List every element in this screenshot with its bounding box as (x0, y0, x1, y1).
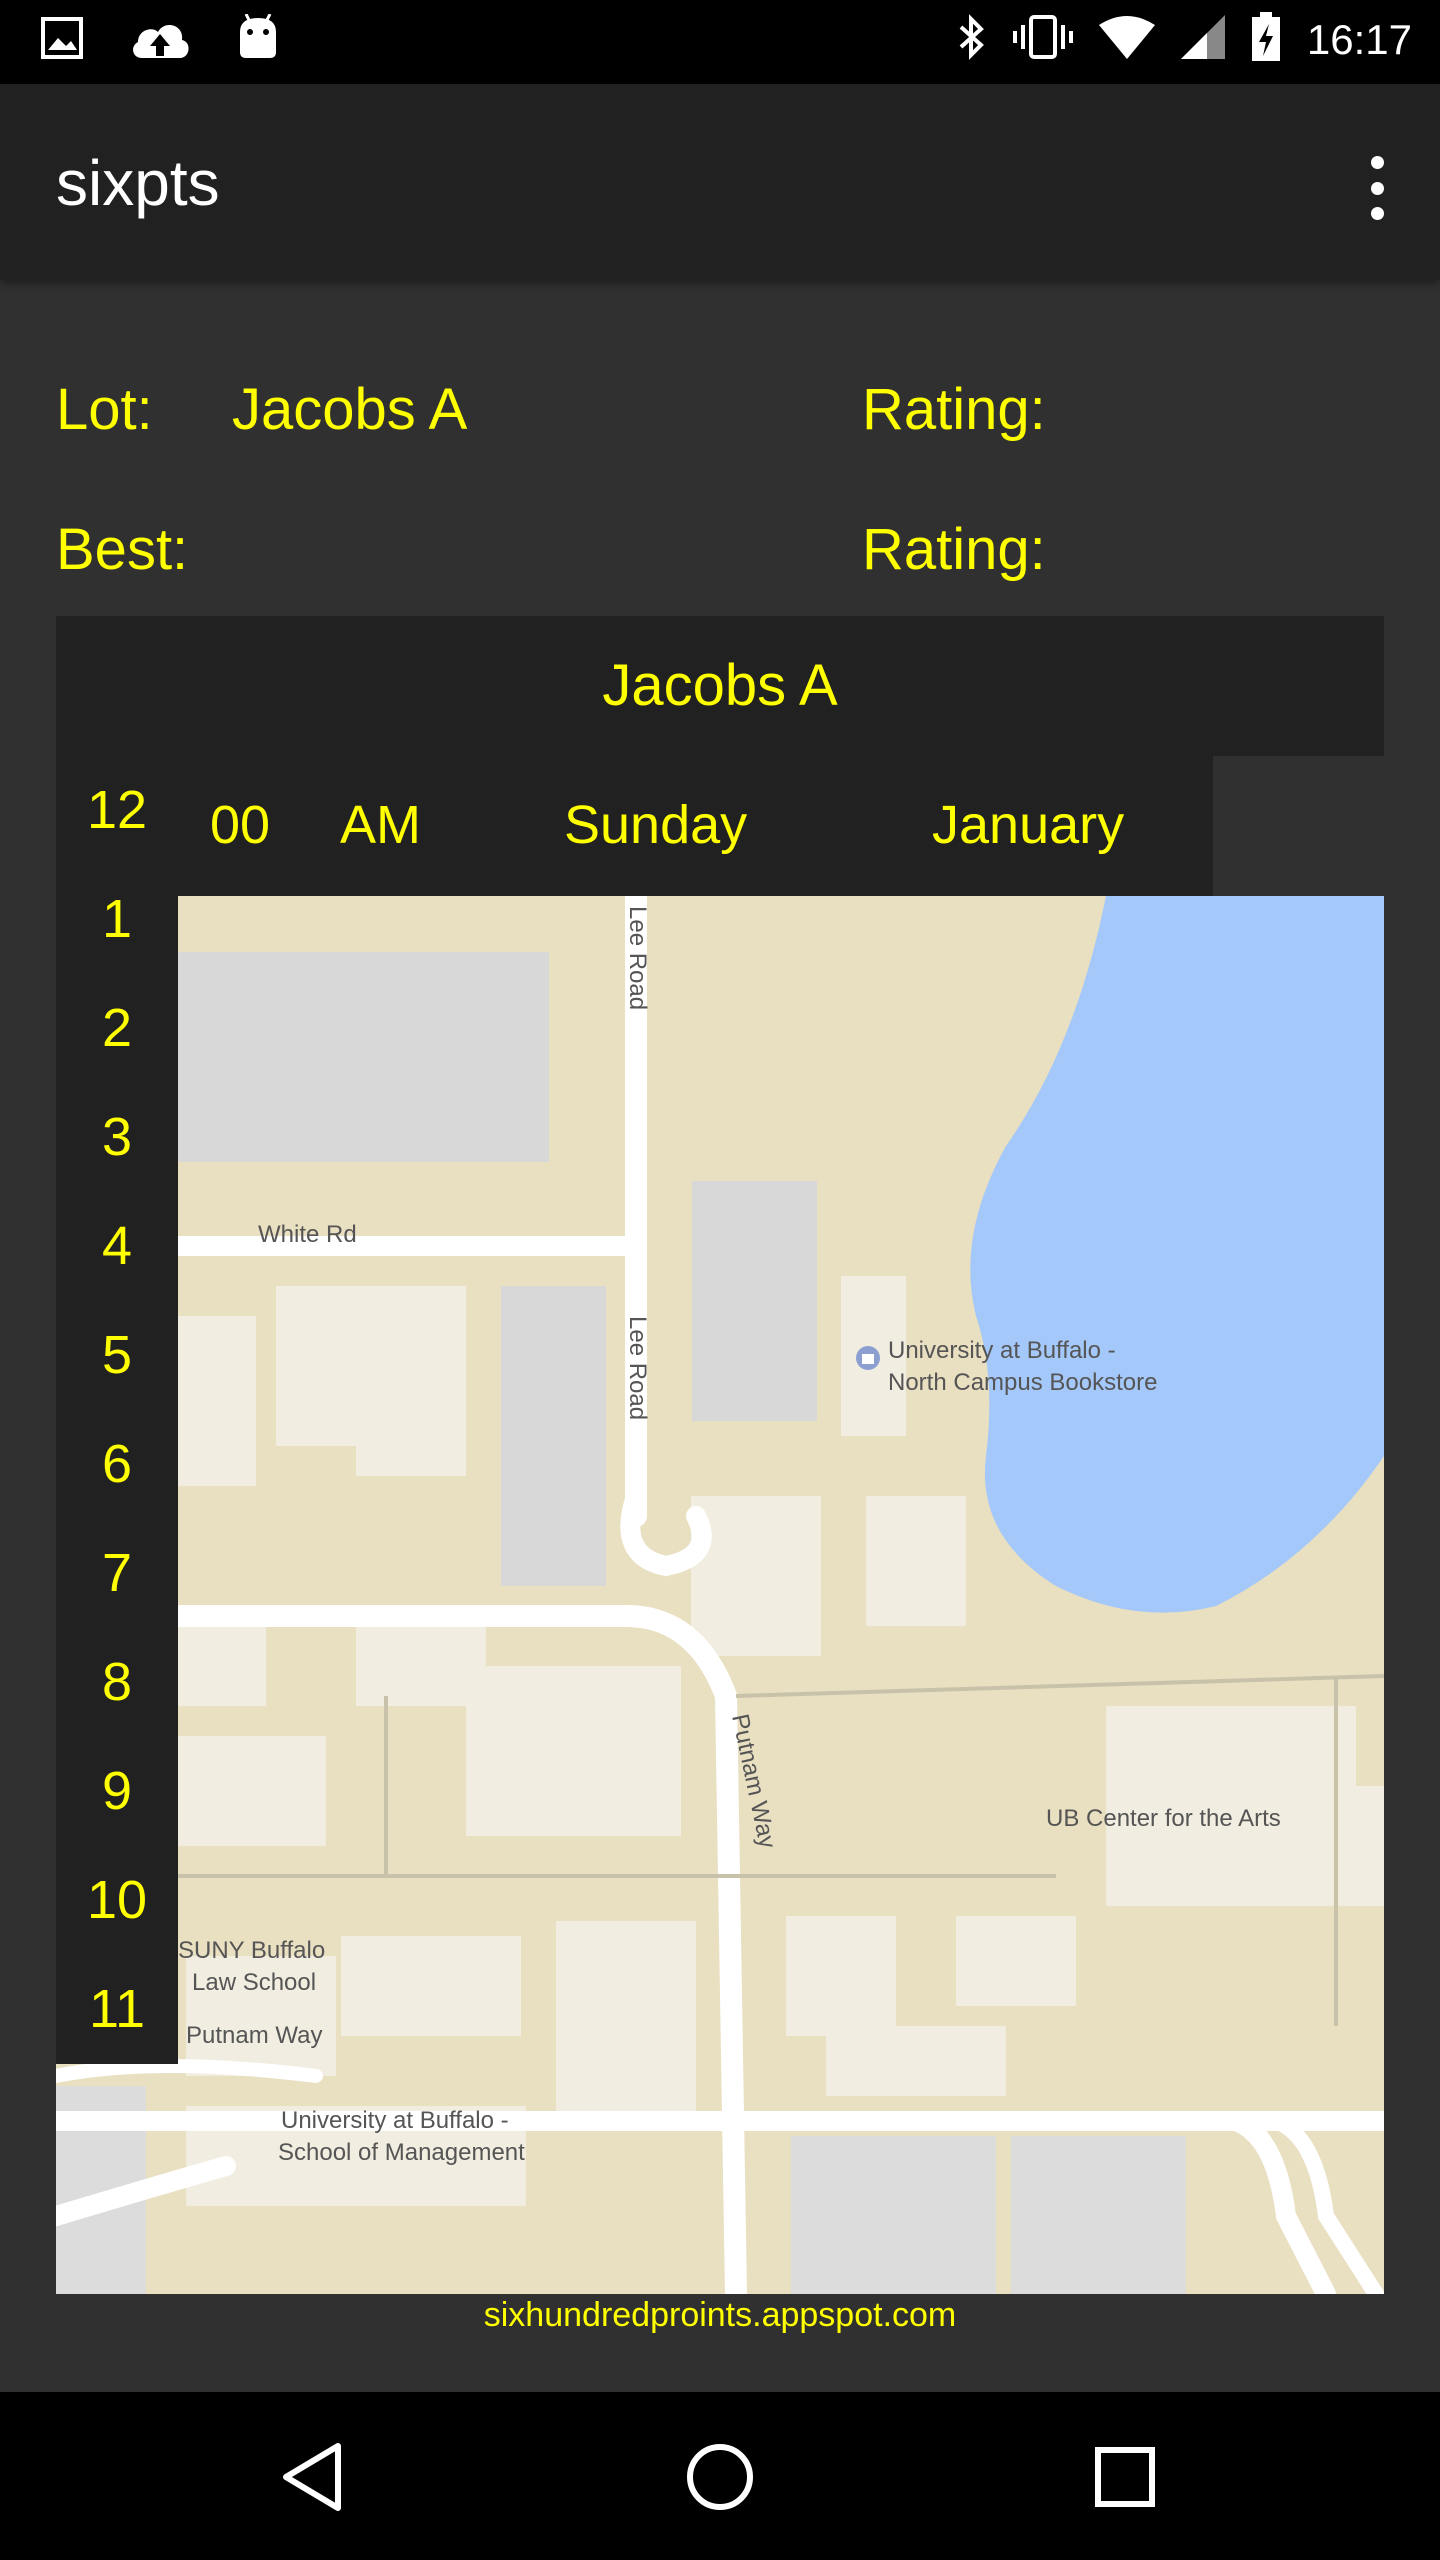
signal-icon (1180, 15, 1225, 64)
campus-map[interactable]: Lee Road Lee Road White Rd University at… (56, 896, 1384, 2294)
map-header: Jacobs A (56, 616, 1384, 756)
map-label-law-school-2: Law School (192, 1969, 316, 1996)
hour-option[interactable]: 9 (56, 1737, 178, 1846)
day-picker[interactable]: Sunday (564, 794, 747, 856)
status-bar: 16:17 (0, 0, 1440, 84)
rating-label: Rating: (862, 377, 1046, 442)
image-icon (40, 16, 84, 65)
map-label-law-school-1: SUNY Buffalo (178, 1937, 325, 1964)
lake-water (970, 896, 1384, 1613)
android-icon (236, 13, 280, 67)
home-icon[interactable] (675, 2432, 765, 2522)
map-label-bookstore-2: North Campus Bookstore (888, 1369, 1157, 1396)
map-label-ub-center: UB Center for the Arts (1046, 1805, 1281, 1832)
lot-value: Jacobs A (232, 377, 468, 442)
nav-bar (0, 2392, 1440, 2560)
cloud-upload-icon (128, 16, 192, 65)
hour-option[interactable]: 4 (56, 1192, 178, 1301)
footer-link[interactable]: sixhundredproints.appspot.com (0, 2296, 1440, 2335)
more-vert-icon[interactable] (1352, 148, 1402, 228)
best-rating-label: Rating: (862, 517, 1046, 582)
hour-option[interactable]: 1 (56, 865, 178, 974)
hour-option[interactable]: 12 (56, 756, 178, 865)
time-picker-row: 00 AM Sunday January (56, 756, 1213, 896)
back-icon[interactable] (270, 2432, 360, 2522)
bluetooth-icon (957, 13, 987, 66)
lot-label: Lot: (56, 377, 153, 442)
clock: 16:17 (1306, 15, 1412, 63)
hour-option[interactable]: 7 (56, 1519, 178, 1628)
hour-option[interactable]: 2 (56, 974, 178, 1083)
vibrate-icon (1012, 13, 1073, 66)
best-label: Best: (56, 517, 189, 582)
map-label-putnam-way-horizontal: Putnam Way (186, 2022, 323, 2049)
map-label-lee-road-top: Lee Road (624, 906, 651, 1010)
ampm-picker[interactable]: AM (340, 794, 421, 856)
map-label-management-1: University at Buffalo - (281, 2107, 509, 2134)
map-header-title: Jacobs A (602, 653, 838, 718)
wifi-icon (1098, 15, 1155, 64)
hour-option[interactable]: 6 (56, 1410, 178, 1519)
app-bar: sixpts (0, 84, 1440, 280)
map-label-lee-road-mid: Lee Road (624, 1316, 651, 1420)
map-label-bookstore-1: University at Buffalo - (888, 1337, 1116, 1364)
battery-icon (1251, 12, 1281, 67)
hour-option[interactable]: 8 (56, 1628, 178, 1737)
map-label-white-rd: White Rd (258, 1221, 357, 1248)
map-card: Jacobs A 00 AM Sunday January Lee Road L… (56, 616, 1384, 2294)
app-title: sixpts (56, 147, 220, 219)
bookstore-pin-icon (856, 1346, 880, 1370)
hour-option[interactable]: 11 (56, 1955, 178, 2064)
month-picker[interactable]: January (932, 794, 1124, 856)
recents-icon[interactable] (1080, 2432, 1170, 2522)
map-label-management-2: School of Management (278, 2139, 525, 2166)
hour-option[interactable]: 3 (56, 1083, 178, 1192)
minute-picker[interactable]: 00 (210, 794, 270, 856)
hour-option[interactable]: 10 (56, 1846, 178, 1955)
hour-option[interactable]: 5 (56, 1301, 178, 1410)
hour-picker-list[interactable]: 12 1 2 3 4 5 6 7 8 9 10 11 (56, 756, 178, 2064)
